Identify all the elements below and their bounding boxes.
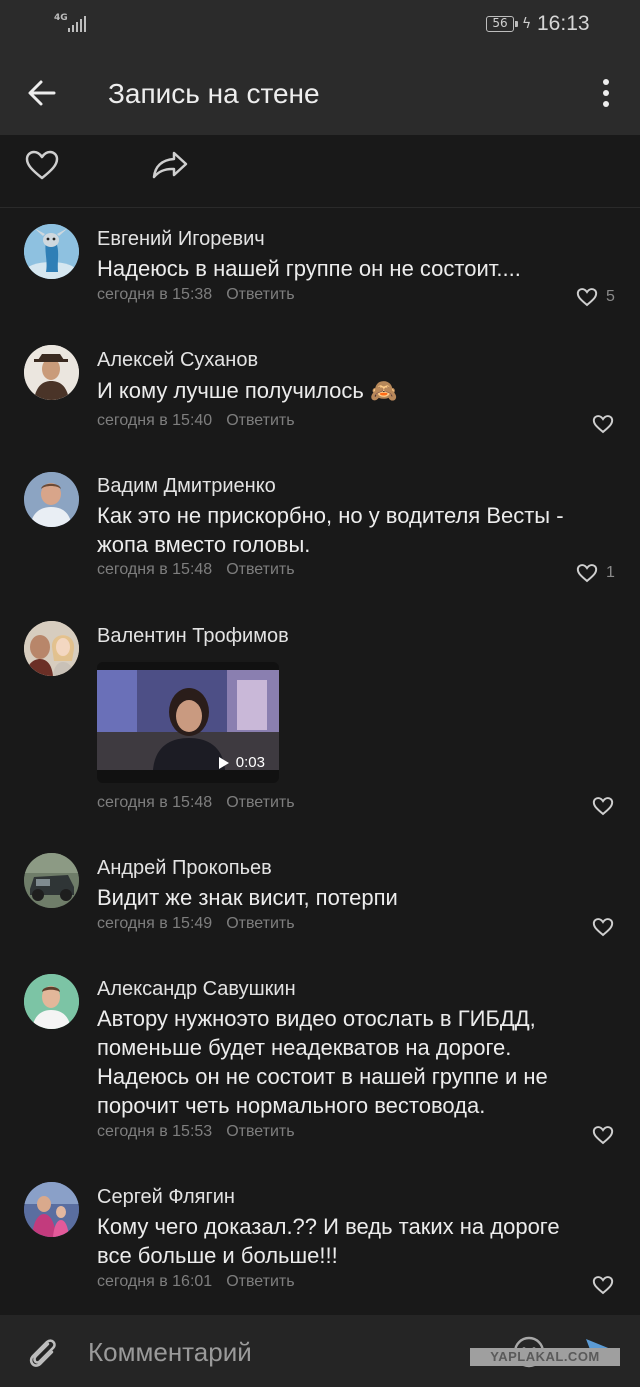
heart-icon	[592, 918, 614, 937]
share-arrow-icon	[152, 151, 188, 179]
comment-author[interactable]: Алексей Суханов	[97, 349, 258, 372]
heart-icon	[592, 797, 614, 816]
reply-button[interactable]: Ответить	[226, 794, 294, 811]
comment-time: сегодня в 15:48	[97, 794, 213, 811]
like-post-button[interactable]	[24, 149, 60, 181]
like-count: 1	[606, 564, 615, 581]
comment-time: сегодня в 16:01	[97, 1273, 213, 1290]
back-button[interactable]	[26, 78, 58, 108]
comment-author[interactable]: Вадим Дмитриенко	[97, 475, 276, 498]
status-time: 16:13	[537, 12, 590, 35]
comment-author[interactable]: Александр Савушкин	[97, 978, 296, 1001]
back-arrow-icon	[28, 80, 56, 106]
comment-author[interactable]: Андрей Прокопьев	[97, 857, 272, 880]
comment-author[interactable]: Евгений Игоревич	[97, 228, 265, 251]
signal-icon: 4G	[54, 14, 88, 36]
reply-button[interactable]: Ответить	[226, 561, 294, 578]
status-bar: 4G 56 ϟ 16:13	[0, 0, 640, 50]
video-attachment[interactable]: 0:03	[97, 662, 279, 783]
comment-text: Надеюсь в нашей группе он не состоит....	[97, 256, 521, 281]
video-duration: 0:03	[218, 754, 265, 771]
comment-text: Как это не прискорбно, но у водителя Вес…	[97, 503, 564, 557]
heart-icon	[592, 1276, 614, 1295]
reply-button[interactable]: Ответить	[226, 286, 294, 303]
comment-like-button[interactable]	[592, 1274, 622, 1296]
page-title: Запись на стене	[108, 78, 320, 109]
avatar[interactable]	[24, 224, 79, 279]
comment-author[interactable]: Сергей Флягин	[97, 1186, 235, 1209]
comment-meta: сегодня в 15:48 Ответить	[97, 561, 295, 579]
network-type: 4G	[54, 13, 68, 23]
comment-like-button[interactable]	[592, 916, 622, 938]
comment-text: Видит же знак висит, потерпи	[97, 885, 398, 910]
avatar[interactable]	[24, 853, 79, 908]
comment-like-button[interactable]: 1	[576, 562, 615, 584]
comment-meta: сегодня в 15:53 Ответить	[97, 1123, 295, 1141]
heart-icon	[576, 564, 598, 583]
heart-icon	[592, 415, 614, 434]
comment-time: сегодня в 15:40	[97, 412, 213, 429]
heart-icon	[592, 1126, 614, 1145]
reply-button[interactable]: Ответить	[226, 1273, 294, 1290]
comment-time: сегодня в 15:53	[97, 1123, 213, 1140]
comment-meta: сегодня в 15:38 Ответить	[97, 286, 295, 304]
comment-composer: YAPLAKAL.COM	[0, 1315, 640, 1387]
comment-text: Кому чего доказал.?? И ведь таких на дор…	[97, 1214, 560, 1268]
reply-button[interactable]: Ответить	[226, 915, 294, 932]
reply-button[interactable]: Ответить	[226, 1123, 294, 1140]
watermark: YAPLAKAL.COM	[470, 1348, 620, 1366]
battery-icon: 56	[486, 16, 518, 32]
comment-time: сегодня в 15:38	[97, 286, 213, 303]
comment-input[interactable]	[86, 1333, 490, 1371]
like-count: 5	[606, 288, 615, 305]
heart-icon	[576, 288, 598, 307]
reply-button[interactable]: Ответить	[226, 412, 294, 429]
avatar[interactable]	[24, 1182, 79, 1237]
more-options-button[interactable]	[596, 78, 616, 110]
heart-icon	[25, 150, 59, 180]
comment-like-button[interactable]	[592, 1124, 622, 1146]
comment-like-button[interactable]	[592, 413, 622, 435]
post-actions	[0, 135, 640, 208]
comment-meta: сегодня в 15:40 Ответить	[97, 412, 295, 430]
video-duration-text: 0:03	[235, 754, 265, 771]
avatar[interactable]	[24, 472, 79, 527]
comment-meta: сегодня в 15:49 Ответить	[97, 915, 295, 933]
share-post-button[interactable]	[150, 149, 190, 181]
avatar[interactable]	[24, 345, 79, 400]
comment-author[interactable]: Валентин Трофимов	[97, 625, 289, 648]
comment-meta: сегодня в 15:48 Ответить	[97, 794, 295, 812]
charging-icon: ϟ	[522, 16, 532, 32]
paperclip-icon	[29, 1339, 56, 1367]
avatar[interactable]	[24, 974, 79, 1029]
attach-button[interactable]	[26, 1335, 60, 1369]
comment-text: Автору нужноэто видео отослать в ГИБДД, …	[97, 1006, 548, 1118]
app-header: Запись на стене	[0, 50, 640, 135]
comment-like-button[interactable]: 5	[576, 286, 615, 308]
comment-like-button[interactable]	[592, 795, 622, 817]
comment-text: И кому лучше получилось 🙈	[97, 378, 398, 403]
comment-meta: сегодня в 16:01 Ответить	[97, 1273, 295, 1291]
comment-time: сегодня в 15:49	[97, 915, 213, 932]
play-icon	[218, 756, 229, 769]
avatar[interactable]	[24, 621, 79, 676]
comment-time: сегодня в 15:48	[97, 561, 213, 578]
